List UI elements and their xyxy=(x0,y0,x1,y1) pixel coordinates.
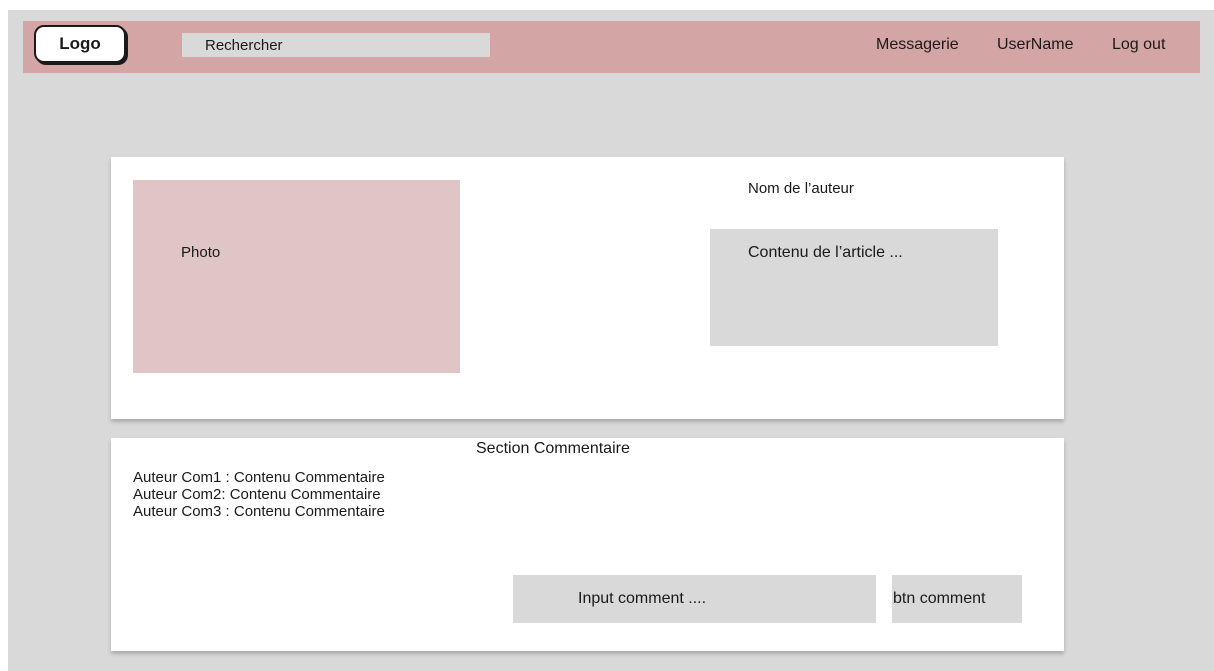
author-name[interactable]: Nom de l’auteur xyxy=(748,180,854,197)
comment-item: Auteur Com2: Contenu Commentaire xyxy=(133,486,381,503)
photo-label: Photo xyxy=(181,244,221,261)
logo-button[interactable]: Logo xyxy=(34,25,126,63)
submit-comment-button[interactable]: btn comment xyxy=(892,575,1022,623)
logout-link[interactable]: Log out xyxy=(1112,36,1165,54)
messagerie-link[interactable]: Messagerie xyxy=(876,36,959,54)
article-photo xyxy=(133,180,460,373)
comment-list: Auteur Com1 : Contenu Commentaire Auteur… xyxy=(133,469,385,520)
search-input[interactable] xyxy=(182,33,490,57)
comment-item: Auteur Com1 : Contenu Commentaire xyxy=(133,469,385,486)
article-content-text: Contenu de l’article ... xyxy=(748,244,903,261)
username-link[interactable]: UserName xyxy=(997,36,1073,54)
comment-section-title: Section Commentaire xyxy=(476,440,630,457)
comment-item: Auteur Com3 : Contenu Commentaire xyxy=(133,503,385,520)
comment-input[interactable] xyxy=(513,575,876,623)
